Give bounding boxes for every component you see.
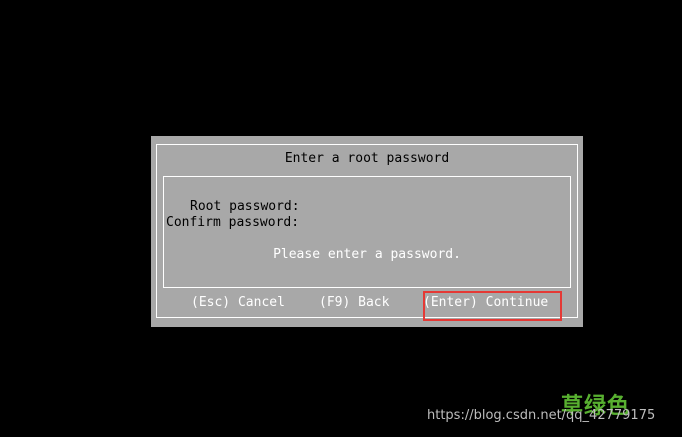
continue-highlight-annotation bbox=[423, 291, 562, 321]
back-button[interactable]: (F9) Back bbox=[319, 295, 389, 311]
status-message: Please enter a password. bbox=[273, 247, 461, 262]
dialog-title: Enter a root password bbox=[284, 151, 450, 166]
confirm-password-input[interactable] bbox=[309, 215, 549, 231]
root-password-label: Root password: bbox=[190, 199, 300, 214]
password-fields-panel bbox=[163, 176, 571, 288]
confirm-password-label: Confirm password: bbox=[166, 215, 300, 230]
cancel-button[interactable]: (Esc) Cancel bbox=[191, 295, 285, 311]
watermark-url: https://blog.csdn.net/qq_42779175 bbox=[427, 408, 656, 423]
root-password-input[interactable] bbox=[309, 199, 549, 215]
